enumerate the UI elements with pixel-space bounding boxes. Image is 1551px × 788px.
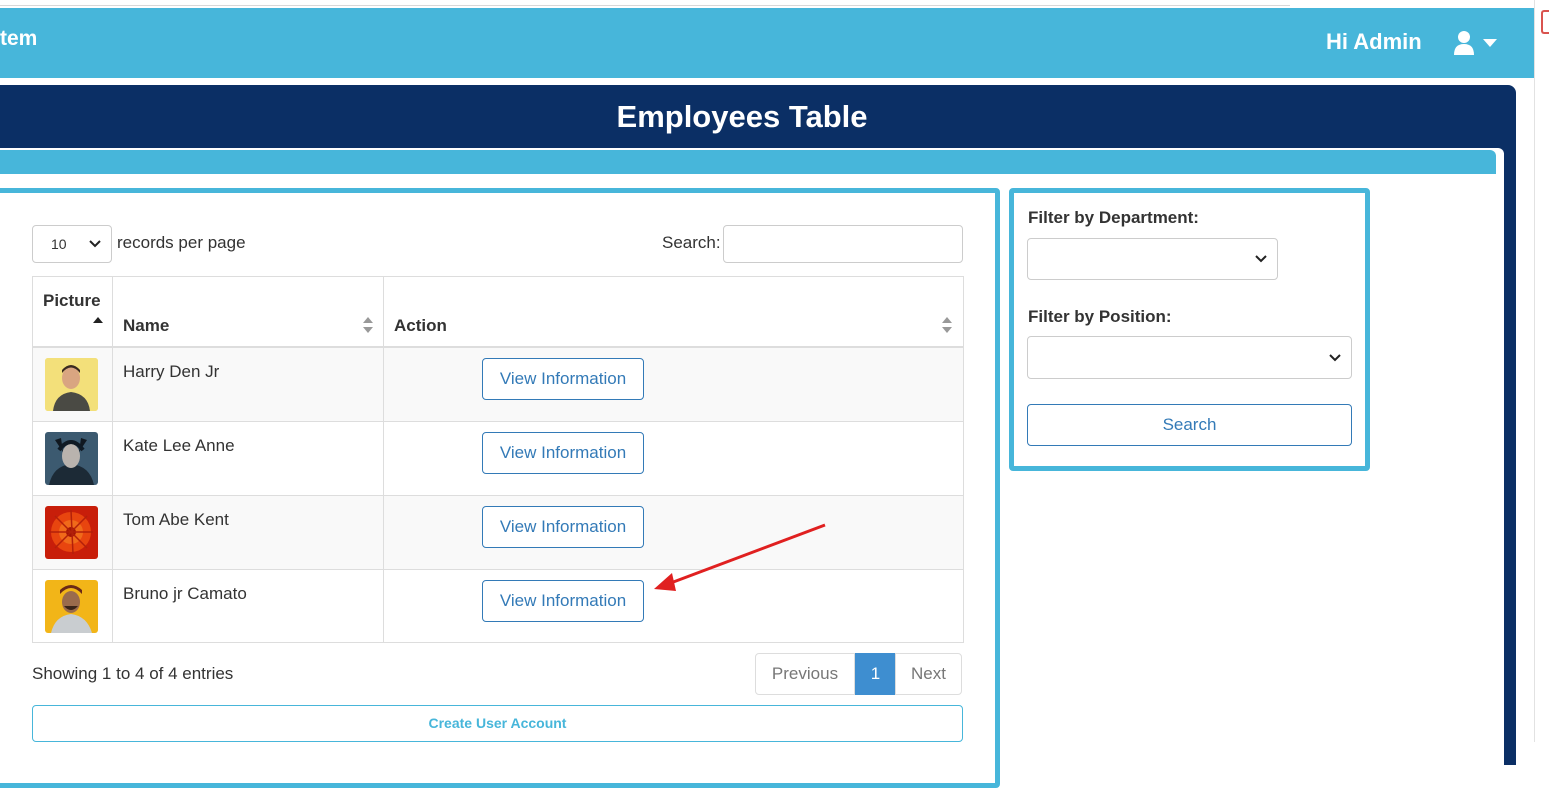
picture-cell (33, 348, 113, 421)
position-filter-label: Filter by Position: (1028, 307, 1172, 326)
panel-title: Employees Table (616, 99, 868, 134)
avatar-harry (45, 358, 98, 411)
avatar-tom (45, 506, 98, 559)
page-size-value: 10 (51, 236, 67, 252)
department-select[interactable] (1027, 238, 1278, 280)
employee-name: Kate Lee Anne (123, 436, 235, 455)
page-size-label: records per page (117, 233, 246, 252)
table-row: Harry Den Jr View Information (32, 348, 964, 422)
chevron-down-icon (1255, 255, 1267, 263)
sort-ascending-icon (93, 317, 103, 323)
page-1-button[interactable]: 1 (855, 653, 896, 695)
sort-both-icon (363, 317, 373, 333)
employee-name: Harry Den Jr (123, 362, 220, 381)
annotation-arrow (654, 523, 826, 591)
name-cell: Bruno jr Camato (113, 570, 384, 642)
user-icon (1454, 31, 1497, 55)
table-row: Kate Lee Anne View Information (32, 422, 964, 496)
filter-search-button[interactable]: Search (1027, 404, 1352, 446)
view-information-button[interactable]: View Information (482, 432, 644, 474)
position-select[interactable] (1027, 336, 1352, 379)
top-navbar: tem Hi Admin (0, 8, 1535, 78)
department-filter-label: Filter by Department: (1028, 208, 1199, 227)
action-cell: View Information (384, 348, 964, 421)
panel-stripe (0, 150, 1496, 174)
name-cell: Harry Den Jr (113, 348, 384, 421)
view-information-button[interactable]: View Information (482, 580, 644, 622)
pagination: Previous 1 Next (755, 653, 962, 695)
chevron-down-icon (1329, 353, 1341, 361)
browser-top-edge (0, 0, 1290, 6)
view-information-button[interactable]: View Information (482, 358, 644, 400)
column-header-name[interactable]: Name (112, 276, 384, 348)
chevron-down-icon (89, 240, 101, 248)
action-cell: View Information (384, 422, 964, 495)
admin-greeting: Hi Admin (1326, 29, 1422, 54)
picture-cell (33, 570, 113, 642)
sort-both-icon (942, 317, 952, 333)
user-menu-toggle[interactable] (1453, 28, 1503, 58)
avatar-kate (45, 432, 98, 485)
table-info: Showing 1 to 4 of 4 entries (32, 664, 234, 683)
name-cell: Tom Abe Kent (113, 496, 384, 569)
page-size-select[interactable]: 10 (32, 225, 112, 263)
employee-name: Tom Abe Kent (123, 510, 229, 529)
create-user-account-button[interactable]: Create User Account (32, 705, 963, 742)
column-header-picture[interactable]: Picture (32, 276, 113, 348)
next-page-button[interactable]: Next (895, 653, 962, 695)
picture-cell (33, 422, 113, 495)
picture-cell (33, 496, 113, 569)
avatar-bruno (45, 580, 98, 633)
view-information-button[interactable]: View Information (482, 506, 644, 548)
search-label: Search: (662, 233, 721, 252)
name-cell: Kate Lee Anne (113, 422, 384, 495)
search-input[interactable] (723, 225, 963, 263)
employee-name: Bruno jr Camato (123, 584, 247, 603)
window-right-edge (1534, 0, 1551, 742)
previous-page-button[interactable]: Previous (755, 653, 855, 695)
column-header-action[interactable]: Action (383, 276, 964, 348)
caret-down-icon (1483, 39, 1497, 47)
app-brand[interactable]: tem (0, 27, 37, 51)
